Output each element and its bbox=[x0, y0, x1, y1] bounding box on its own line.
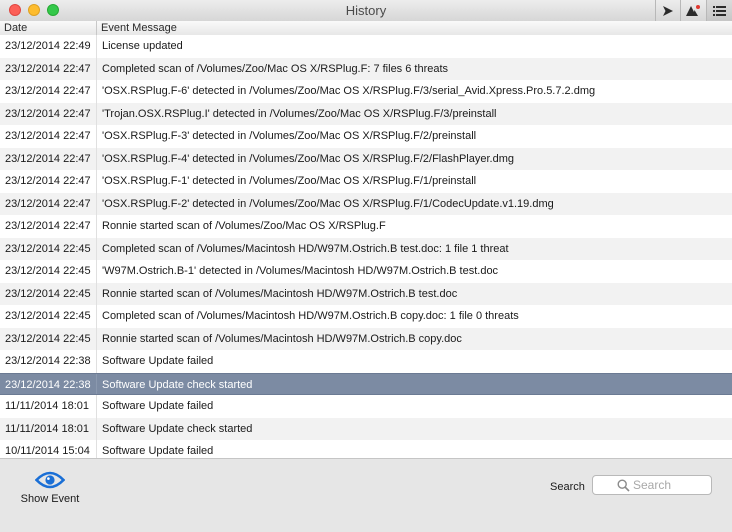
show-event-button[interactable]: Show Event bbox=[14, 467, 86, 505]
row-message: 'OSX.RSPlug.F-3' detected in /Volumes/Zo… bbox=[102, 130, 477, 142]
row-message: 'W97M.Ostrich.B-1' detected in /Volumes/… bbox=[102, 265, 499, 277]
table-row[interactable]: 23/12/2014 22:47 Ronnie started scan of /… bbox=[0, 215, 732, 238]
cell-divider bbox=[96, 215, 97, 238]
play-arrow-icon bbox=[662, 5, 673, 16]
search-input[interactable] bbox=[633, 477, 707, 493]
row-date: 23/12/2014 22:47 bbox=[5, 197, 91, 210]
row-date: 23/12/2014 22:49 bbox=[5, 40, 91, 52]
row-message: License updated bbox=[102, 40, 183, 52]
table-row[interactable]: 23/12/2014 22:47 Completed scan of /Volum… bbox=[0, 57, 732, 80]
list-icon bbox=[713, 6, 726, 16]
row-date: 23/12/2014 22:45 bbox=[5, 287, 91, 300]
cell-divider bbox=[96, 57, 97, 80]
cell-divider bbox=[96, 80, 97, 103]
cell-divider bbox=[96, 350, 97, 373]
row-date: 23/12/2014 22:47 bbox=[5, 175, 91, 187]
table-row[interactable]: 23/12/2014 22:45 Completed scan of /Volum… bbox=[0, 305, 732, 328]
cell-divider bbox=[96, 327, 97, 350]
column-header-message[interactable]: Event Message bbox=[101, 21, 177, 35]
table-row[interactable]: 23/12/2014 22:47 'Trojan.OSX.RSPlug.I' de… bbox=[0, 102, 732, 125]
bottom-bar: Show Event Search bbox=[0, 458, 732, 532]
row-date: 23/12/2014 22:38 bbox=[5, 378, 91, 391]
toolbar-list-button[interactable] bbox=[706, 0, 732, 21]
row-message: Ronnie started scan of /Volumes/Macintos… bbox=[102, 287, 458, 300]
cell-divider bbox=[96, 170, 97, 193]
search-field[interactable] bbox=[592, 475, 712, 495]
cell-divider bbox=[96, 305, 97, 328]
table-row[interactable]: 10/11/2014 15:04 Software Update failed bbox=[0, 440, 732, 458]
row-message: Ronnie started scan of /Volumes/Macintos… bbox=[102, 332, 462, 345]
table-row[interactable]: 23/12/2014 22:38 Software Update failed bbox=[0, 350, 732, 373]
table-row[interactable]: 23/12/2014 22:47 'OSX.RSPlug.F-1' detecte… bbox=[0, 170, 732, 193]
table-row[interactable]: 23/12/2014 22:45 Ronnie started scan of /… bbox=[0, 327, 732, 350]
row-message: Software Update failed bbox=[102, 445, 214, 457]
column-header-date[interactable]: Date bbox=[4, 21, 27, 35]
table-row[interactable]: 23/12/2014 22:45 Completed scan of /Volum… bbox=[0, 237, 732, 260]
row-date: 10/11/2014 15:04 bbox=[5, 445, 90, 457]
row-message: Completed scan of /Volumes/Macintosh HD/… bbox=[102, 310, 519, 322]
search-label: Search bbox=[550, 481, 585, 493]
row-date: 23/12/2014 22:47 bbox=[5, 62, 91, 75]
cell-divider bbox=[96, 395, 97, 418]
row-date: 23/12/2014 22:38 bbox=[5, 355, 91, 367]
row-message: 'Trojan.OSX.RSPlug.I' detected in /Volum… bbox=[102, 107, 497, 120]
row-date: 23/12/2014 22:45 bbox=[5, 242, 91, 255]
cell-divider bbox=[96, 260, 97, 283]
cell-divider bbox=[96, 147, 97, 170]
history-window: History Date Event Message 23/12/2014 22… bbox=[0, 0, 732, 532]
cell-divider bbox=[96, 440, 97, 458]
title-bar: History bbox=[0, 0, 732, 22]
column-divider[interactable] bbox=[96, 21, 97, 35]
show-event-label: Show Event bbox=[20, 493, 80, 505]
row-message: 'OSX.RSPlug.F-2' detected in /Volumes/Zo… bbox=[102, 197, 554, 210]
row-message: Completed scan of /Volumes/Macintosh HD/… bbox=[102, 242, 509, 255]
row-message: Software Update failed bbox=[102, 400, 214, 412]
cell-divider bbox=[96, 282, 97, 305]
toolbar-play-button[interactable] bbox=[655, 0, 679, 21]
row-message: Software Update failed bbox=[102, 355, 214, 367]
table-header: Date Event Message bbox=[0, 21, 732, 36]
table-row[interactable]: 23/12/2014 22:38 Software Update check st… bbox=[0, 372, 732, 395]
row-date: 23/12/2014 22:45 bbox=[5, 310, 91, 322]
row-date: 23/12/2014 22:47 bbox=[5, 85, 91, 97]
row-date: 23/12/2014 22:47 bbox=[5, 107, 91, 120]
cell-divider bbox=[96, 417, 97, 440]
search-icon bbox=[617, 479, 630, 492]
table-row[interactable]: 23/12/2014 22:49 License updated bbox=[0, 35, 732, 58]
row-date: 11/11/2014 18:01 bbox=[5, 400, 90, 412]
alert-triangle-icon bbox=[685, 5, 700, 16]
row-message: Ronnie started scan of /Volumes/Zoo/Mac … bbox=[102, 220, 386, 232]
row-message: Completed scan of /Volumes/Zoo/Mac OS X/… bbox=[102, 62, 449, 75]
row-date: 23/12/2014 22:45 bbox=[5, 265, 91, 277]
table-row[interactable]: 23/12/2014 22:47 'OSX.RSPlug.F-4' detecte… bbox=[0, 147, 732, 170]
row-message: 'OSX.RSPlug.F-6' detected in /Volumes/Zo… bbox=[102, 85, 596, 97]
row-date: 23/12/2014 22:47 bbox=[5, 152, 91, 165]
table-row[interactable]: 23/12/2014 22:47 'OSX.RSPlug.F-3' detecte… bbox=[0, 125, 732, 148]
table-row[interactable]: 23/12/2014 22:47 'OSX.RSPlug.F-6' detecte… bbox=[0, 80, 732, 103]
table-row[interactable]: 23/12/2014 22:47 'OSX.RSPlug.F-2' detecte… bbox=[0, 192, 732, 215]
row-date: 11/11/2014 18:01 bbox=[5, 422, 90, 435]
row-message: Software Update check started bbox=[102, 422, 253, 435]
cell-divider bbox=[96, 35, 97, 58]
row-message: 'OSX.RSPlug.F-4' detected in /Volumes/Zo… bbox=[102, 152, 514, 165]
row-date: 23/12/2014 22:45 bbox=[5, 332, 91, 345]
table-row[interactable]: 11/11/2014 18:01 Software Update check st… bbox=[0, 417, 732, 440]
toolbar-alert-button[interactable] bbox=[680, 0, 704, 21]
cell-divider bbox=[96, 237, 97, 260]
table-row[interactable]: 23/12/2014 22:45 'W97M.Ostrich.B-1' detec… bbox=[0, 260, 732, 283]
eye-icon bbox=[35, 471, 65, 489]
row-message: Software Update check started bbox=[102, 378, 253, 391]
cell-divider bbox=[96, 373, 97, 394]
row-date: 23/12/2014 22:47 bbox=[5, 130, 91, 142]
cell-divider bbox=[96, 192, 97, 215]
table-row[interactable]: 23/12/2014 22:45 Ronnie started scan of /… bbox=[0, 282, 732, 305]
row-date: 23/12/2014 22:47 bbox=[5, 220, 91, 232]
history-table[interactable]: 23/12/2014 22:49 License updated 23/12/20… bbox=[0, 35, 732, 458]
cell-divider bbox=[96, 102, 97, 125]
window-title: History bbox=[345, 3, 387, 18]
cell-divider bbox=[96, 125, 97, 148]
table-row[interactable]: 11/11/2014 18:01 Software Update failed bbox=[0, 395, 732, 418]
row-message: 'OSX.RSPlug.F-1' detected in /Volumes/Zo… bbox=[102, 175, 477, 187]
